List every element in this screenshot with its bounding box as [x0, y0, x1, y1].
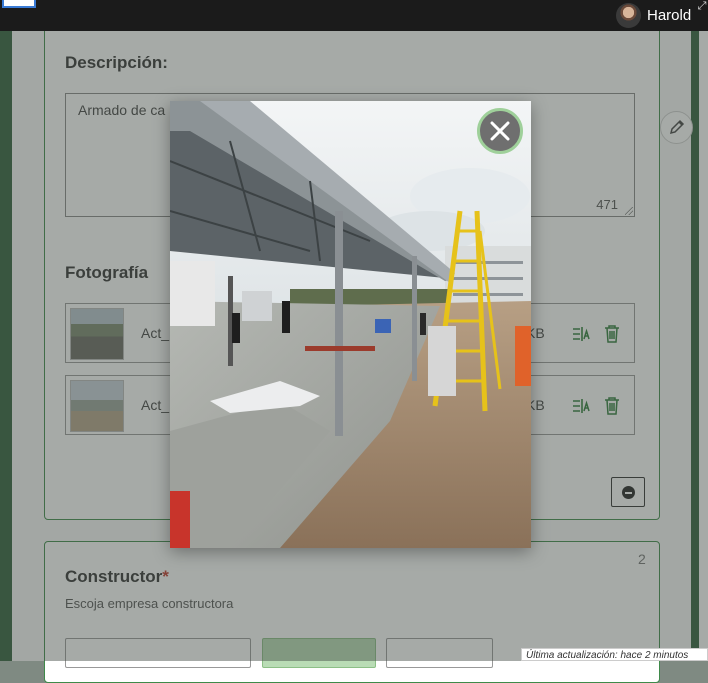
close-photo-button[interactable]	[477, 108, 523, 154]
last-update-note: Última actualización: hace 2 minutos	[521, 648, 708, 661]
corner-box[interactable]	[2, 0, 36, 8]
expand-icon[interactable]: ⤢	[696, 0, 708, 12]
construction-site-photo	[170, 101, 531, 548]
photo-viewer	[170, 101, 531, 548]
close-icon	[490, 121, 510, 141]
username[interactable]: Harold	[647, 7, 691, 24]
avatar[interactable]	[616, 3, 641, 28]
top-bar: Harold ⤢	[0, 0, 708, 31]
